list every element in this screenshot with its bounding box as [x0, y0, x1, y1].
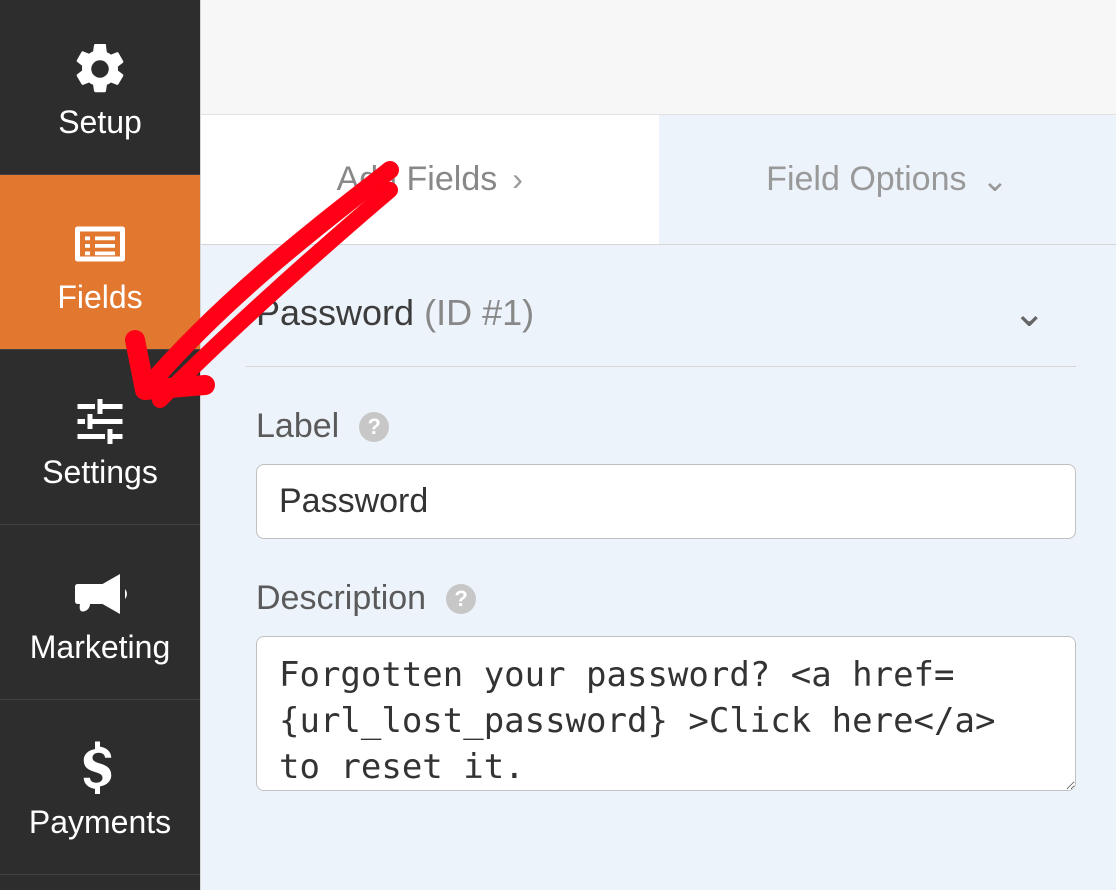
- sidebar-item-settings[interactable]: Settings: [0, 350, 200, 525]
- field-options-content: Password (ID #1) ⌄ Label ? Description ?: [201, 245, 1116, 890]
- sidebar-item-label: Setup: [58, 104, 142, 141]
- sidebar-item-payments[interactable]: Payments: [0, 700, 200, 875]
- label-row: Label ?: [246, 407, 1111, 539]
- chevron-down-icon: ⌄: [982, 161, 1009, 199]
- field-header[interactable]: Password (ID #1) ⌄: [246, 245, 1076, 367]
- sidebar-item-label: Payments: [29, 804, 171, 841]
- tab-field-options[interactable]: Field Options ⌄: [659, 115, 1116, 244]
- tab-label: Field Options: [766, 160, 966, 199]
- label-caption: Label: [256, 407, 339, 446]
- dollar-icon: [70, 734, 130, 804]
- sidebar-item-label: Settings: [42, 454, 158, 491]
- sidebar-item-setup[interactable]: Setup: [0, 0, 200, 175]
- help-icon[interactable]: ?: [359, 412, 389, 442]
- sidebar-item-marketing[interactable]: Marketing: [0, 525, 200, 700]
- sidebar-item-fields[interactable]: Fields: [0, 175, 200, 350]
- panel-tabs: Add Fields › Field Options ⌄: [201, 115, 1116, 245]
- chevron-down-icon: ⌄: [1012, 290, 1046, 336]
- label-input[interactable]: [256, 464, 1076, 539]
- sidebar-item-label: Fields: [57, 279, 142, 316]
- sidebar: Setup Fields Settings Marketing Payments: [0, 0, 200, 890]
- list-icon: [70, 209, 130, 279]
- description-row: Description ?: [246, 579, 1111, 796]
- field-id: (ID #1): [424, 292, 534, 333]
- field-options-panel: Add Fields › Field Options ⌄ Password (I…: [200, 0, 1116, 890]
- description-textarea[interactable]: [256, 636, 1076, 791]
- panel-topbar: [201, 0, 1116, 115]
- gear-icon: [70, 34, 130, 104]
- sidebar-item-label: Marketing: [30, 629, 171, 666]
- tab-add-fields[interactable]: Add Fields ›: [201, 115, 659, 244]
- tab-label: Add Fields: [337, 160, 498, 199]
- description-caption: Description: [256, 579, 426, 618]
- sliders-icon: [70, 384, 130, 454]
- help-icon[interactable]: ?: [446, 584, 476, 614]
- field-name: Password: [256, 292, 414, 333]
- field-title: Password (ID #1): [256, 292, 534, 334]
- chevron-right-icon: ›: [512, 161, 523, 198]
- bullhorn-icon: [70, 559, 130, 629]
